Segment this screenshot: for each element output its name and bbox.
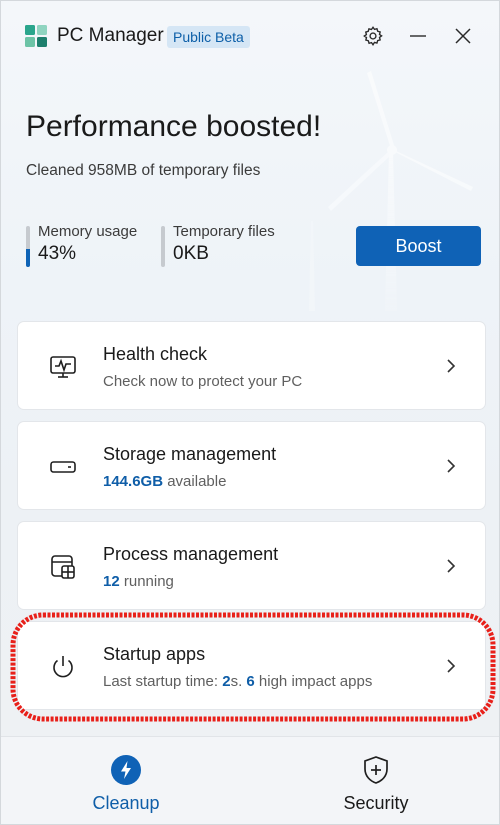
close-icon bbox=[455, 28, 471, 44]
storage-available-value: 144.6GB bbox=[103, 473, 164, 490]
process-management-title: Process management bbox=[103, 544, 279, 564]
status-title: Performance boosted! bbox=[26, 110, 322, 143]
lightning-icon bbox=[111, 755, 141, 785]
startup-time-value: 2 bbox=[222, 673, 231, 690]
chevron-right-icon bbox=[447, 659, 456, 673]
nav-security-label: Security bbox=[343, 793, 409, 813]
app-title: PC Manager bbox=[57, 25, 164, 46]
memory-usage-bar-fill bbox=[26, 249, 30, 267]
title-bar: PC Manager Public Beta bbox=[1, 1, 499, 73]
shield-plus-icon bbox=[364, 756, 388, 784]
chevron-right-icon bbox=[447, 359, 456, 373]
health-check-card[interactable]: Health check Check now to protect your P… bbox=[17, 321, 486, 410]
health-check-title: Health check bbox=[103, 344, 208, 364]
storage-available-suffix: available bbox=[163, 473, 227, 490]
chevron-right-icon bbox=[447, 459, 456, 473]
gear-icon bbox=[363, 26, 383, 46]
startup-time-prefix: Last startup time: bbox=[103, 673, 223, 690]
nav-security[interactable]: Security bbox=[251, 737, 499, 824]
status-subtitle: Cleaned 958MB of temporary files bbox=[26, 162, 261, 179]
startup-apps-card[interactable]: Startup apps Last startup time: 2s. 6 hi… bbox=[17, 621, 486, 710]
bottom-navigation: Cleanup Security bbox=[1, 736, 499, 824]
pc-manager-window: PC Manager Public Beta Performance boost… bbox=[0, 0, 500, 825]
process-running-value: 12 bbox=[103, 573, 120, 590]
close-button[interactable] bbox=[450, 23, 476, 49]
storage-management-subtitle: 144.6GB available bbox=[103, 473, 226, 490]
health-check-subtitle: Check now to protect your PC bbox=[103, 373, 303, 390]
settings-button[interactable] bbox=[360, 23, 386, 49]
nav-cleanup-label: Cleanup bbox=[92, 793, 160, 813]
process-running-suffix: running bbox=[119, 573, 174, 590]
temporary-files-stat: Temporary files 0KB bbox=[161, 223, 275, 269]
wind-turbine-illustration bbox=[309, 71, 473, 311]
process-management-subtitle: 12 running bbox=[103, 573, 174, 590]
temporary-files-label: Temporary files bbox=[173, 223, 275, 240]
pc-manager-logo-icon bbox=[25, 25, 47, 47]
process-window-icon bbox=[51, 555, 75, 579]
storage-management-card[interactable]: Storage management 144.6GB available bbox=[17, 421, 486, 510]
high-impact-apps-count: 6 bbox=[246, 673, 255, 690]
temporary-files-bar bbox=[161, 226, 165, 267]
boost-button[interactable]: Boost bbox=[356, 226, 481, 266]
minimize-icon bbox=[410, 35, 426, 37]
memory-usage-value: 43% bbox=[38, 243, 77, 264]
chevron-right-icon bbox=[447, 559, 456, 573]
minimize-button[interactable] bbox=[405, 23, 431, 49]
startup-time-unit: s. bbox=[230, 673, 247, 690]
memory-usage-bar bbox=[26, 226, 30, 267]
health-monitor-icon bbox=[50, 356, 76, 378]
startup-apps-title: Startup apps bbox=[103, 644, 206, 664]
temporary-files-value: 0KB bbox=[173, 243, 209, 264]
storage-management-title: Storage management bbox=[103, 444, 277, 464]
public-beta-badge: Public Beta bbox=[167, 26, 250, 48]
storage-drive-icon bbox=[50, 461, 76, 473]
high-impact-apps-suffix: high impact apps bbox=[254, 673, 373, 690]
process-management-card[interactable]: Process management 12 running bbox=[17, 521, 486, 610]
nav-cleanup[interactable]: Cleanup bbox=[1, 737, 251, 824]
memory-usage-stat: Memory usage 43% bbox=[26, 223, 137, 269]
memory-usage-label: Memory usage bbox=[38, 223, 138, 240]
startup-apps-subtitle: Last startup time: 2s. 6 high impact app… bbox=[103, 673, 372, 690]
power-icon bbox=[53, 656, 73, 678]
